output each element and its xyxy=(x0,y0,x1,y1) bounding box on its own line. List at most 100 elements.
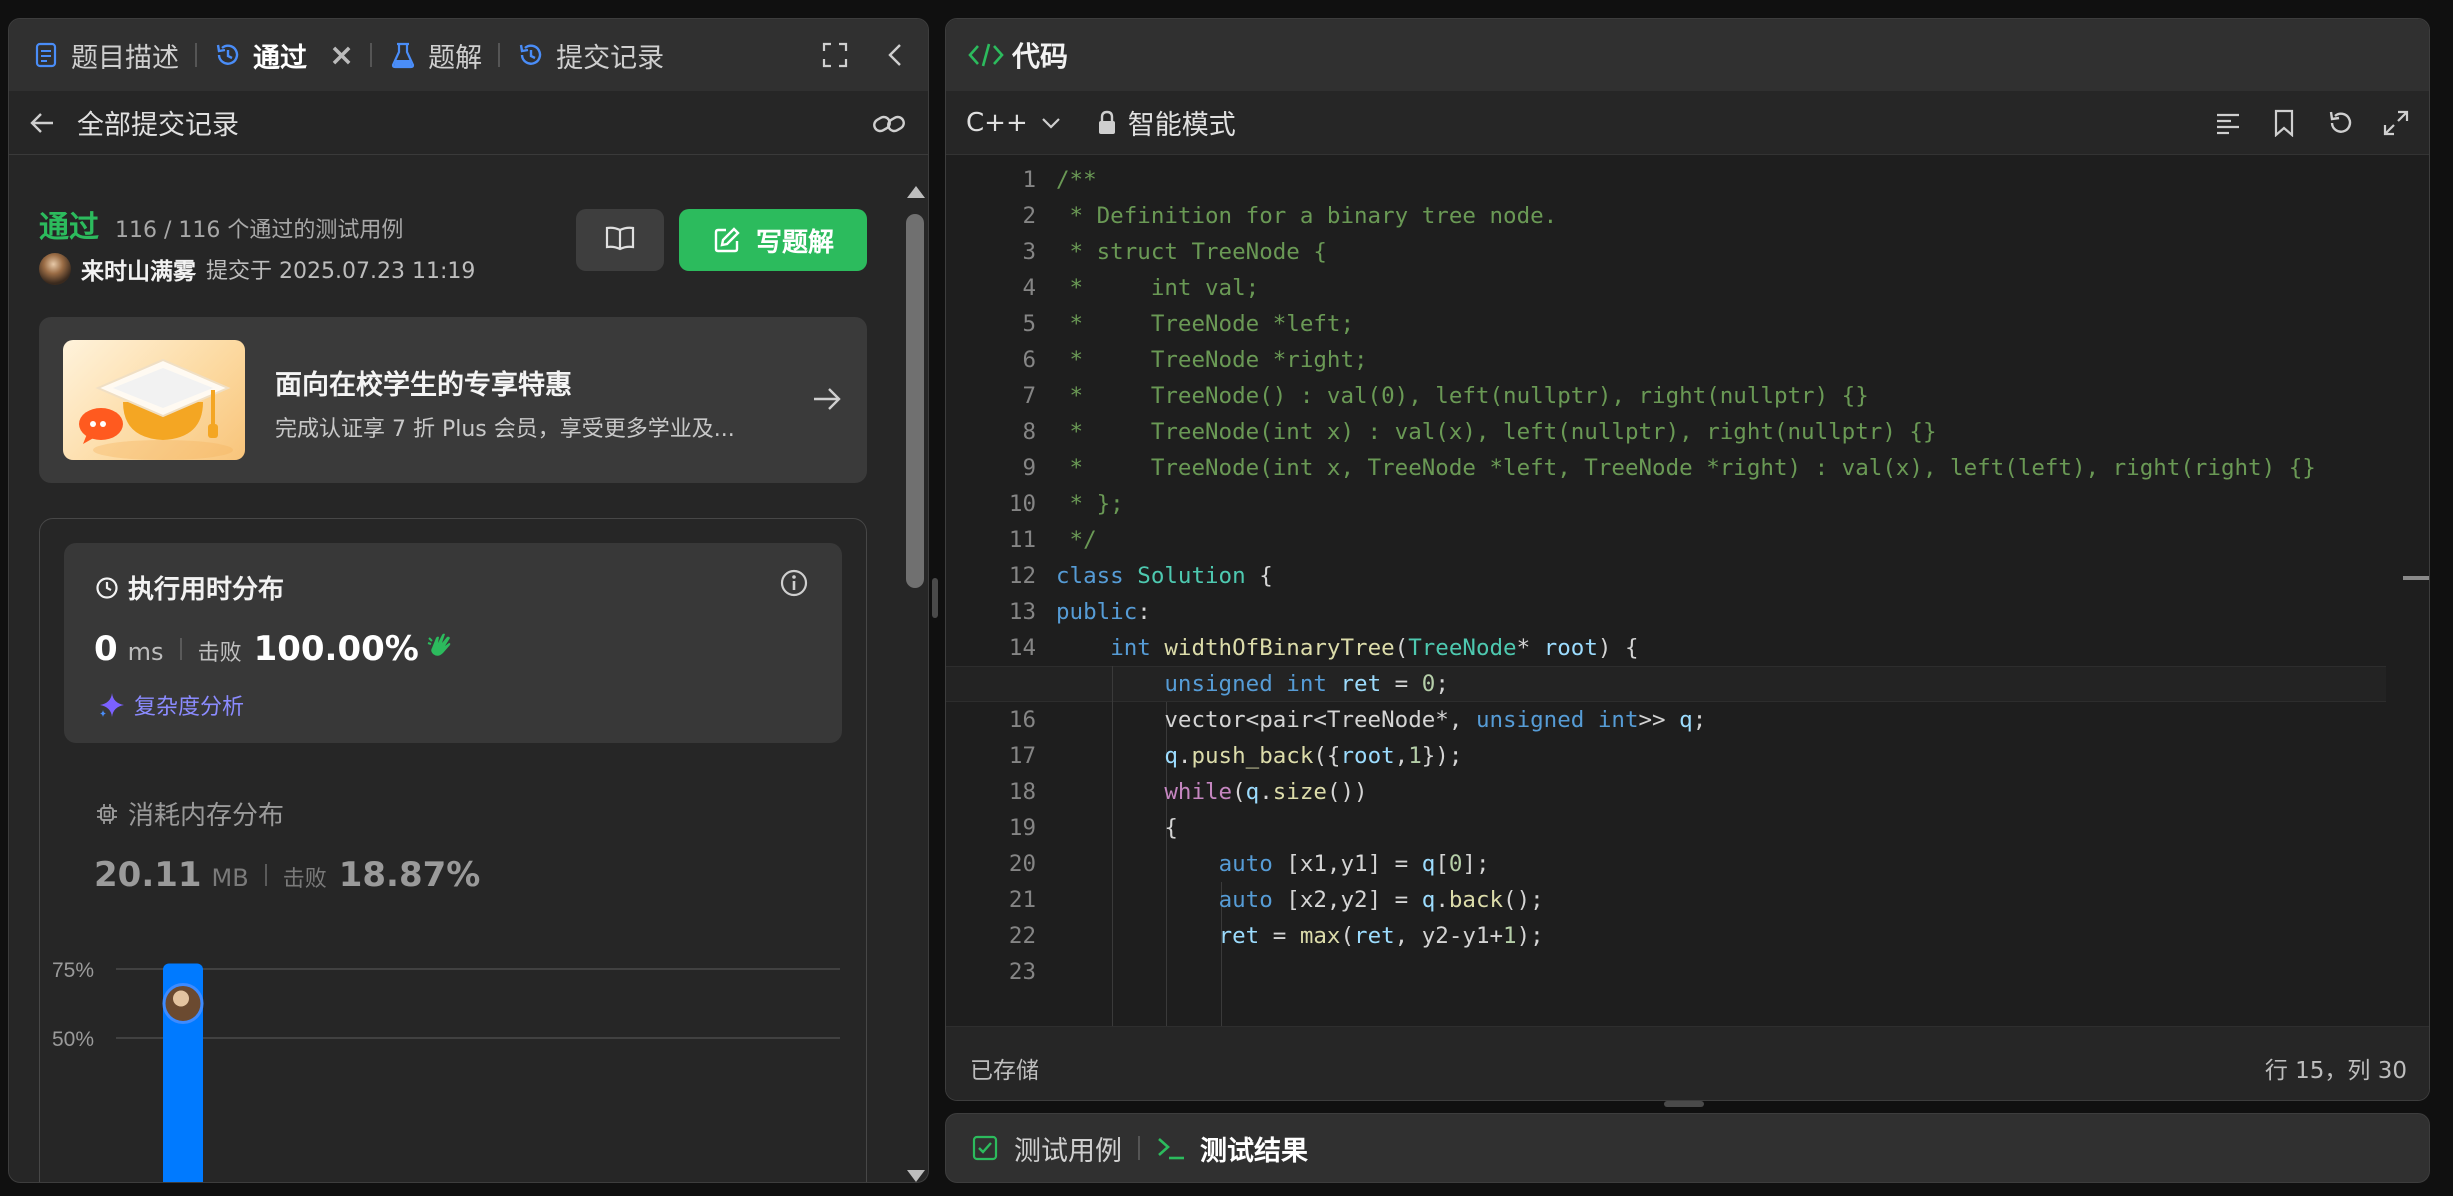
bookmark-icon[interactable] xyxy=(2269,108,2299,138)
clock-icon xyxy=(94,575,120,601)
chevron-down-icon xyxy=(1038,110,1064,136)
smart-mode-label: 智能模式 xyxy=(1127,110,1236,141)
code-line[interactable]: * TreeNode *left; xyxy=(1056,306,1354,342)
code-line[interactable]: */ xyxy=(1056,522,1097,558)
tab-testcase[interactable]: 测试用例 xyxy=(970,1129,1122,1168)
tab-accepted[interactable]: 通过 × xyxy=(213,19,354,91)
app-root: 题目描述 通过 × 题解 提交记录 全部提交记录 通过 116 / 116 个通… xyxy=(0,0,2453,1196)
tab-submissions-label: 提交记录 xyxy=(556,42,665,74)
link-icon[interactable] xyxy=(872,107,906,141)
runtime-title: 执行用时分布 xyxy=(94,569,284,606)
code-line[interactable]: q.push_back({root,1}); xyxy=(1056,738,1462,774)
tab-solutions-label: 题解 xyxy=(428,42,483,74)
fullscreen-icon[interactable] xyxy=(820,40,850,70)
tab-submissions[interactable]: 提交记录 xyxy=(516,19,664,91)
document-icon xyxy=(31,40,61,70)
scroll-up-arrow[interactable] xyxy=(907,186,925,198)
code-toolbar: C++ 智能模式 xyxy=(946,91,2429,155)
vertical-resize-handle[interactable] xyxy=(1664,1101,1704,1107)
tab-test-result[interactable]: 测试结果 xyxy=(1156,1129,1308,1168)
y-tick-label: 75% xyxy=(52,959,94,982)
code-line[interactable]: vector<pair<TreeNode*, unsigned int>> q; xyxy=(1056,702,1706,738)
line-number: 7 xyxy=(1022,383,1036,409)
lock-icon xyxy=(1094,110,1120,136)
all-submissions-link[interactable]: 全部提交记录 xyxy=(77,103,239,142)
tab-divider xyxy=(498,43,501,67)
editor-scroll-marker[interactable] xyxy=(2403,576,2429,580)
performance-card: 执行用时分布 0 ms 击败 100.00% 复杂度分析 消耗内存分布 20.1… xyxy=(39,518,867,1183)
code-line[interactable]: auto [x2,y2] = q.back(); xyxy=(1056,882,1544,918)
reset-icon[interactable] xyxy=(2325,108,2355,138)
student-promo-banner[interactable]: 面向在校学生的专享特惠 完成认证享 7 折 Plus 会员，享受更多学业及... xyxy=(39,317,867,483)
code-line[interactable]: { xyxy=(1056,810,1178,846)
memory-distribution[interactable]: 消耗内存分布 xyxy=(94,795,284,832)
code-line[interactable]: * Definition for a binary tree node. xyxy=(1056,198,1558,234)
language-select[interactable]: C++ xyxy=(966,108,1064,138)
code-icon xyxy=(968,40,1004,70)
runtime-beat-pct: 100.00% xyxy=(253,629,419,669)
code-line[interactable]: while(q.size()) xyxy=(1056,774,1367,810)
author-name[interactable]: 来时山满雾 xyxy=(81,252,196,286)
panel-resize-handle[interactable] xyxy=(932,578,938,618)
line-number: 11 xyxy=(1008,527,1036,553)
code-editor[interactable]: 1234567891011121314151617181920212223 /*… xyxy=(946,156,2429,1026)
code-line[interactable]: * }; xyxy=(1056,486,1124,522)
saved-status: 已存储 xyxy=(970,1058,1039,1084)
write-solution-button[interactable]: 写题解 xyxy=(679,209,867,271)
code-line[interactable]: * TreeNode *right; xyxy=(1056,342,1368,378)
arrow-left-icon[interactable] xyxy=(27,108,57,138)
checkbox-icon xyxy=(970,1133,1000,1163)
memory-values: 20.11 MB 击败 18.87% xyxy=(94,855,480,895)
line-number: 23 xyxy=(1008,959,1036,985)
avatar[interactable] xyxy=(39,253,71,285)
smart-mode-toggle[interactable]: 智能模式 xyxy=(1094,103,1236,142)
line-number: 20 xyxy=(1008,851,1036,877)
runtime-distribution-chart[interactable]: 75% 50% xyxy=(40,959,866,1183)
testcase-count: 116 / 116 个通过的测试用例 xyxy=(115,218,404,243)
info-icon[interactable] xyxy=(778,567,810,599)
chevron-left-icon[interactable] xyxy=(880,40,910,70)
line-number: 21 xyxy=(1008,887,1036,913)
code-line[interactable]: /** xyxy=(1056,162,1097,198)
code-line[interactable]: int widthOfBinaryTree(TreeNode* root) { xyxy=(1056,630,1638,666)
tabbar-actions xyxy=(820,19,910,91)
line-number: 3 xyxy=(1022,239,1036,265)
promo-title: 面向在校学生的专享特惠 xyxy=(275,370,572,401)
scroll-down-arrow[interactable] xyxy=(907,1170,925,1182)
editor-actions xyxy=(2213,91,2411,155)
format-icon[interactable] xyxy=(2213,108,2243,138)
code-panel: 代码 C++ 智能模式 1 2 3 4 5 6 7 8 9 10 11 12 1… xyxy=(945,18,2430,1101)
code-line[interactable]: * int val; xyxy=(1056,270,1260,306)
scroll-thumb[interactable] xyxy=(906,214,924,588)
flask-icon xyxy=(388,40,418,70)
history-icon xyxy=(516,40,546,70)
close-icon[interactable]: × xyxy=(329,38,354,73)
runtime-title-label: 执行用时分布 xyxy=(128,575,285,605)
expand-icon[interactable] xyxy=(2381,108,2411,138)
cursor-position: 行 15，列 30 xyxy=(2264,1058,2407,1084)
runtime-value: 0 xyxy=(94,629,118,669)
tab-description-label: 题目描述 xyxy=(71,42,179,74)
test-panel-tabs: 测试用例 测试结果 xyxy=(945,1113,2430,1183)
code-line[interactable]: unsigned int ret = 0; xyxy=(1056,666,1448,702)
runtime-distribution[interactable]: 执行用时分布 0 ms 击败 100.00% 复杂度分析 xyxy=(64,543,842,743)
terminal-icon xyxy=(1156,1133,1186,1163)
code-line[interactable]: * TreeNode(int x, TreeNode *left, TreeNo… xyxy=(1056,450,2316,486)
line-number: 12 xyxy=(1008,563,1036,589)
code-line[interactable]: ret = max(ret, y2-y1+1); xyxy=(1056,918,1544,954)
code-line[interactable]: public: xyxy=(1056,594,1151,630)
code-line[interactable]: * TreeNode(int x) : val(x), left(nullptr… xyxy=(1056,414,1937,450)
memory-unit: MB xyxy=(211,864,249,892)
tab-solutions[interactable]: 题解 xyxy=(388,19,482,91)
tab-description[interactable]: 题目描述 xyxy=(31,19,179,91)
left-scrollbar[interactable] xyxy=(902,156,928,1182)
memory-title-label: 消耗内存分布 xyxy=(128,801,285,831)
code-line[interactable]: * struct TreeNode { xyxy=(1056,234,1327,270)
code-line[interactable]: class Solution { xyxy=(1056,558,1273,594)
book-button[interactable] xyxy=(576,209,664,271)
code-line[interactable]: * TreeNode() : val(0), left(nullptr), ri… xyxy=(1056,378,1869,414)
line-number: 8 xyxy=(1022,419,1036,445)
code-line[interactable]: auto [x1,y1] = q[0]; xyxy=(1056,846,1490,882)
line-number: 14 xyxy=(1008,635,1036,661)
complexity-analysis-link[interactable]: 复杂度分析 xyxy=(98,689,244,721)
